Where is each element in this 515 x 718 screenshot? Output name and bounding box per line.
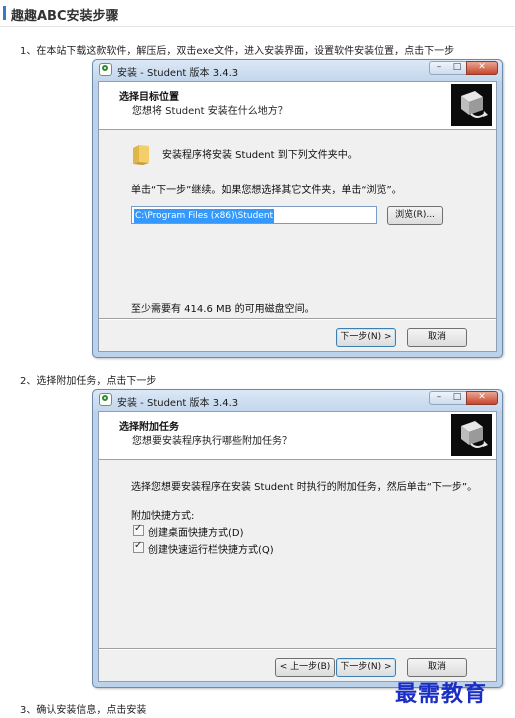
window-title: 安装 - Student 版本 3.4.3	[117, 68, 239, 79]
quicklaunch-shortcut-checkbox[interactable]	[133, 540, 144, 553]
header-accent-bar	[3, 6, 6, 20]
window-client-area: 选择附加任务 您想要安装程序执行哪些附加任务？ 选择您想要安装程序在安装 Stu…	[98, 411, 497, 682]
next-button[interactable]: 下一步(N) >	[336, 328, 396, 347]
window-client-area: 选择目标位置 您想将 Student 安装在什么地方？ 安装程序将安装 Stud…	[98, 81, 497, 352]
minimize-button[interactable]: –	[429, 61, 449, 75]
desktop-shortcut-label[interactable]: 创建桌面快捷方式(D)	[148, 524, 244, 539]
article-header: 趣趣ABC安装步骤	[0, 0, 515, 27]
wizard-header-title: 选择目标位置	[119, 92, 179, 103]
step-1-text: 1、在本站下载这款软件，解压后，双击exe文件，进入安装界面，设置软件安装位置，…	[20, 46, 455, 57]
install-path-input[interactable]: C:\Program Files (x86)\Student	[131, 206, 377, 224]
minimize-button[interactable]: –	[429, 391, 449, 405]
quicklaunch-shortcut-label[interactable]: 创建快速运行栏快捷方式(Q)	[148, 541, 274, 556]
folder-icon	[131, 142, 151, 169]
step-2-text: 2、选择附加任务，点击下一步	[20, 376, 157, 387]
continue-instructions-text: 单击“下一步”继续。如果您想选择其它文件夹，单击“浏览”。	[131, 185, 402, 196]
step-3-text: 3、确认安装信息，点击安装	[20, 705, 147, 716]
maximize-button[interactable]: □	[448, 61, 467, 75]
page-title: 趣趣ABC安装步骤	[11, 9, 119, 24]
installer-logo-icon	[451, 84, 492, 126]
installer-window-tasks: 安装 - Student 版本 3.4.3 – □ ✕ 选择附加任务 您想要安装…	[92, 389, 503, 688]
close-button[interactable]: ✕	[466, 61, 498, 75]
wizard-header: 选择目标位置 您想将 Student 安装在什么地方？	[99, 82, 496, 130]
back-button[interactable]: < 上一步(B)	[275, 658, 335, 677]
desktop-shortcut-checkbox[interactable]	[133, 523, 144, 536]
cancel-button[interactable]: 取消	[407, 328, 467, 347]
app-icon	[99, 63, 112, 76]
window-title: 安装 - Student 版本 3.4.3	[117, 398, 239, 409]
wizard-header: 选择附加任务 您想要安装程序执行哪些附加任务？	[99, 412, 496, 460]
wizard-header-subtitle: 您想将 Student 安装在什么地方？	[132, 106, 288, 117]
app-icon	[99, 393, 112, 406]
cancel-button[interactable]: 取消	[407, 658, 467, 677]
browse-button[interactable]: 浏览(R)...	[387, 206, 443, 225]
footer-separator	[99, 648, 496, 650]
tasks-instruction-text: 选择您想要安装程序在安装 Student 时执行的附加任务，然后单击“下一步”。	[131, 482, 478, 493]
install-path-value: C:\Program Files (x86)\Student	[134, 209, 275, 223]
watermark-logo: 最需教育	[395, 681, 488, 707]
installer-logo-icon	[451, 414, 492, 456]
shortcuts-group-label: 附加快捷方式:	[131, 511, 195, 522]
window-titlebar[interactable]: 安装 - Student 版本 3.4.3 – □ ✕	[93, 390, 502, 411]
installer-window-destination: 安装 - Student 版本 3.4.3 – □ ✕ 选择目标位置 您想将 S…	[92, 59, 503, 358]
install-folder-text: 安装程序将安装 Student 到下列文件夹中。	[162, 150, 358, 161]
footer-separator	[99, 318, 496, 320]
window-titlebar[interactable]: 安装 - Student 版本 3.4.3 – □ ✕	[93, 60, 502, 81]
wizard-header-title: 选择附加任务	[119, 422, 179, 433]
disk-space-text: 至少需要有 414.6 MB 的可用磁盘空间。	[131, 304, 315, 315]
maximize-button[interactable]: □	[448, 391, 467, 405]
wizard-header-subtitle: 您想要安装程序执行哪些附加任务？	[132, 436, 292, 447]
close-button[interactable]: ✕	[466, 391, 498, 405]
next-button[interactable]: 下一步(N) >	[336, 658, 396, 677]
